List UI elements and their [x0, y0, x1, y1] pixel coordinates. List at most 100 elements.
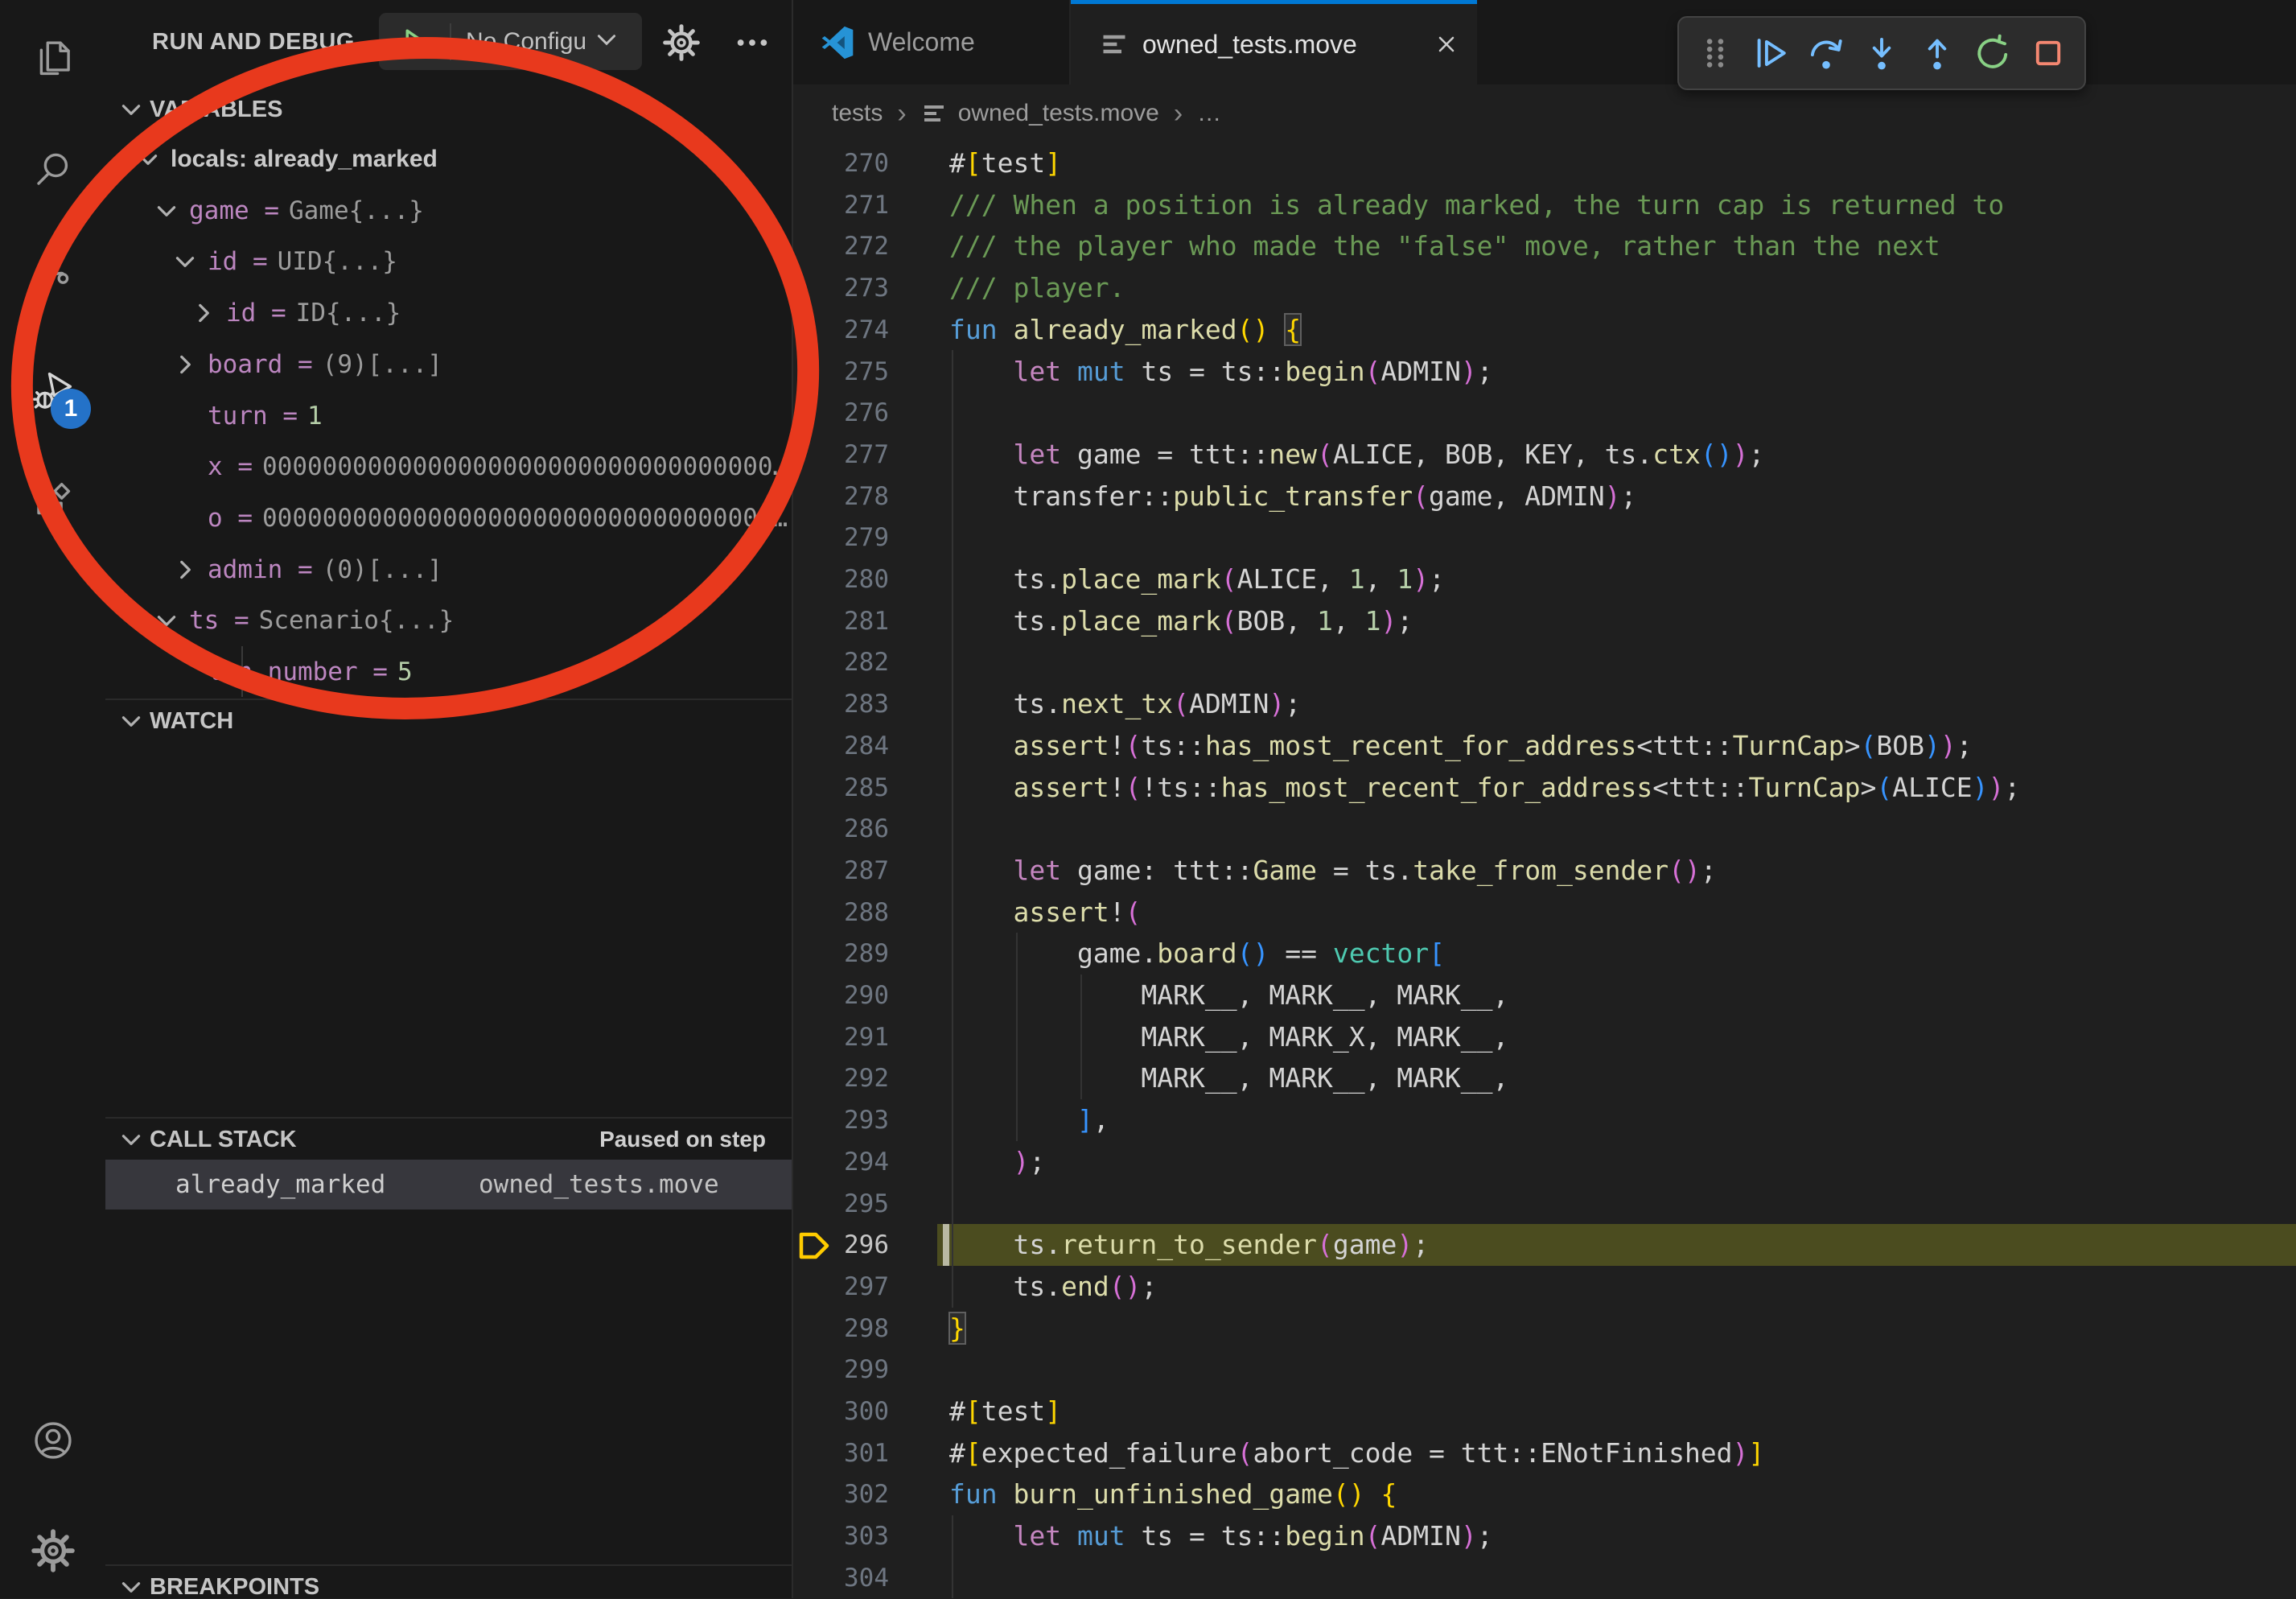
variable-row[interactable]: id =ID{...}: [105, 287, 792, 339]
line-number[interactable]: 275: [793, 351, 889, 393]
code-line-287[interactable]: let game: ttt::Game = ts.take_from_sende…: [949, 850, 1717, 892]
breadcrumb-item-file[interactable]: owned_tests.move: [958, 100, 1159, 127]
line-number[interactable]: 292: [793, 1057, 889, 1099]
more-actions-icon[interactable]: [720, 0, 784, 84]
line-number[interactable]: 284: [793, 725, 889, 767]
line-number[interactable]: 289: [793, 933, 889, 975]
line-number[interactable]: 282: [793, 641, 889, 683]
step-into-button[interactable]: [1857, 28, 1907, 78]
code-line-272[interactable]: /// the player who made the "false" move…: [949, 225, 1940, 267]
extensions-icon[interactable]: [0, 458, 105, 546]
line-number[interactable]: 303: [793, 1515, 889, 1557]
close-icon[interactable]: [1434, 31, 1459, 57]
code-line-278[interactable]: transfer::public_transfer(game, ADMIN);: [949, 476, 1636, 517]
tab-owned-tests-move[interactable]: owned_tests.move: [1071, 0, 1477, 84]
tab-welcome[interactable]: Welcome: [793, 0, 1071, 84]
line-number[interactable]: 302: [793, 1473, 889, 1515]
variable-row[interactable]: board =(9)[...]: [105, 339, 792, 390]
code-line-303[interactable]: let mut ts = ts::begin(ADMIN);: [949, 1515, 1493, 1557]
breakpoints-section-header[interactable]: BREAKPOINTS: [105, 1568, 792, 1598]
code-line-285[interactable]: assert!(!ts::has_most_recent_for_address…: [949, 767, 2020, 809]
restart-button[interactable]: [1968, 28, 2018, 78]
code-line-273[interactable]: /// player.: [949, 267, 1125, 309]
code-line-280[interactable]: ts.place_mark(ALICE, 1, 1);: [949, 558, 1445, 600]
line-number[interactable]: 291: [793, 1016, 889, 1058]
line-number[interactable]: 295: [793, 1183, 889, 1225]
code-line-283[interactable]: ts.next_tx(ADMIN);: [949, 683, 1301, 725]
variable-row[interactable]: game =Game{...}: [105, 185, 792, 237]
start-debugging-control[interactable]: No Configur: [379, 13, 642, 70]
stop-button[interactable]: [2023, 28, 2073, 78]
run-and-debug-icon[interactable]: [0, 347, 105, 435]
code-line-301[interactable]: #[expected_failure(abort_code = ttt::ENo…: [949, 1432, 1764, 1474]
line-number[interactable]: 293: [793, 1099, 889, 1141]
line-number[interactable]: 288: [793, 892, 889, 933]
line-number[interactable]: 301: [793, 1432, 889, 1474]
source-control-icon[interactable]: [0, 234, 105, 323]
step-out-button[interactable]: [1912, 28, 1962, 78]
breadcrumb-item-symbol[interactable]: …: [1197, 100, 1221, 127]
line-number[interactable]: 271: [793, 184, 889, 226]
toolbar-drag-grip[interactable]: [1690, 28, 1740, 78]
line-number[interactable]: 278: [793, 476, 889, 517]
variable-row[interactable]: admin =(0)[...]: [105, 544, 792, 596]
line-number[interactable]: 273: [793, 267, 889, 309]
line-number[interactable]: 297: [793, 1266, 889, 1308]
variables-section-header[interactable]: VARIABLES: [105, 90, 792, 129]
code-line-281[interactable]: ts.place_mark(BOB, 1, 1);: [949, 600, 1413, 642]
call-stack-frame-row[interactable]: already_marked owned_tests.move: [105, 1160, 792, 1210]
code-line-294[interactable]: );: [949, 1141, 1045, 1183]
code-line-291[interactable]: MARK__, MARK_X, MARK__,: [949, 1016, 1508, 1058]
code-line-296[interactable]: ts.return_to_sender(game);: [949, 1224, 1429, 1266]
breadcrumb-item-tests[interactable]: tests: [832, 100, 883, 127]
code-line-290[interactable]: MARK__, MARK__, MARK__,: [949, 975, 1508, 1016]
line-number[interactable]: 300: [793, 1391, 889, 1432]
code-line-277[interactable]: let game = ttt::new(ALICE, BOB, KEY, ts.…: [949, 434, 1764, 476]
line-number[interactable]: 277: [793, 434, 889, 476]
line-number[interactable]: 285: [793, 767, 889, 809]
code-line-293[interactable]: ],: [949, 1099, 1109, 1141]
account-icon[interactable]: [0, 1396, 105, 1485]
variable-row[interactable]: x =0000000000000000000000000000000000…: [105, 441, 792, 492]
code-line-275[interactable]: let mut ts = ts::begin(ADMIN);: [949, 351, 1493, 393]
code-line-292[interactable]: MARK__, MARK__, MARK__,: [949, 1057, 1508, 1099]
continue-button[interactable]: [1746, 28, 1796, 78]
code-line-302[interactable]: fun burn_unfinished_game() {: [949, 1473, 1397, 1515]
debug-settings-gear-icon[interactable]: [649, 0, 714, 84]
line-number[interactable]: 286: [793, 808, 889, 850]
sidebar-editor-divider[interactable]: [792, 0, 793, 1598]
line-number[interactable]: 290: [793, 975, 889, 1016]
line-number[interactable]: 298: [793, 1308, 889, 1350]
line-number[interactable]: 283: [793, 683, 889, 725]
variables-scope-row[interactable]: locals: already_marked: [105, 134, 792, 185]
code-line-297[interactable]: ts.end();: [949, 1266, 1157, 1308]
variable-row[interactable]: ts =Scenario{...}: [105, 595, 792, 646]
call-stack-section-header[interactable]: CALL STACK Paused on step: [105, 1120, 792, 1159]
line-number[interactable]: 287: [793, 850, 889, 892]
line-number[interactable]: 304: [793, 1557, 889, 1599]
code-line-288[interactable]: assert!(: [949, 892, 1141, 933]
line-number[interactable]: 272: [793, 225, 889, 267]
line-number[interactable]: 276: [793, 392, 889, 434]
watch-section-header[interactable]: WATCH: [105, 702, 792, 740]
line-number[interactable]: 274: [793, 309, 889, 351]
settings-gear-icon[interactable]: [0, 1506, 105, 1595]
start-debugging-play-icon[interactable]: [379, 23, 451, 60]
variable-row[interactable]: txn_number =5: [105, 646, 792, 698]
code-line-271[interactable]: /// When a position is already marked, t…: [949, 184, 2004, 226]
code-line-289[interactable]: game.board() == vector[: [949, 933, 1445, 975]
line-number[interactable]: 294: [793, 1141, 889, 1183]
line-number[interactable]: 279: [793, 517, 889, 558]
line-number[interactable]: 281: [793, 600, 889, 642]
search-icon[interactable]: [0, 125, 105, 213]
variable-row[interactable]: id =UID{...}: [105, 236, 792, 287]
code-line-274[interactable]: fun already_marked() {: [949, 309, 1301, 351]
line-number[interactable]: 280: [793, 558, 889, 600]
variable-row[interactable]: o =0000000000000000000000000000000000…: [105, 492, 792, 544]
explorer-icon[interactable]: [0, 12, 105, 101]
variable-row[interactable]: turn =1: [105, 390, 792, 442]
code-line-300[interactable]: #[test]: [949, 1391, 1061, 1432]
code-line-298[interactable]: }: [949, 1308, 965, 1350]
line-number[interactable]: 299: [793, 1349, 889, 1391]
code-line-284[interactable]: assert!(ts::has_most_recent_for_address<…: [949, 725, 1973, 767]
